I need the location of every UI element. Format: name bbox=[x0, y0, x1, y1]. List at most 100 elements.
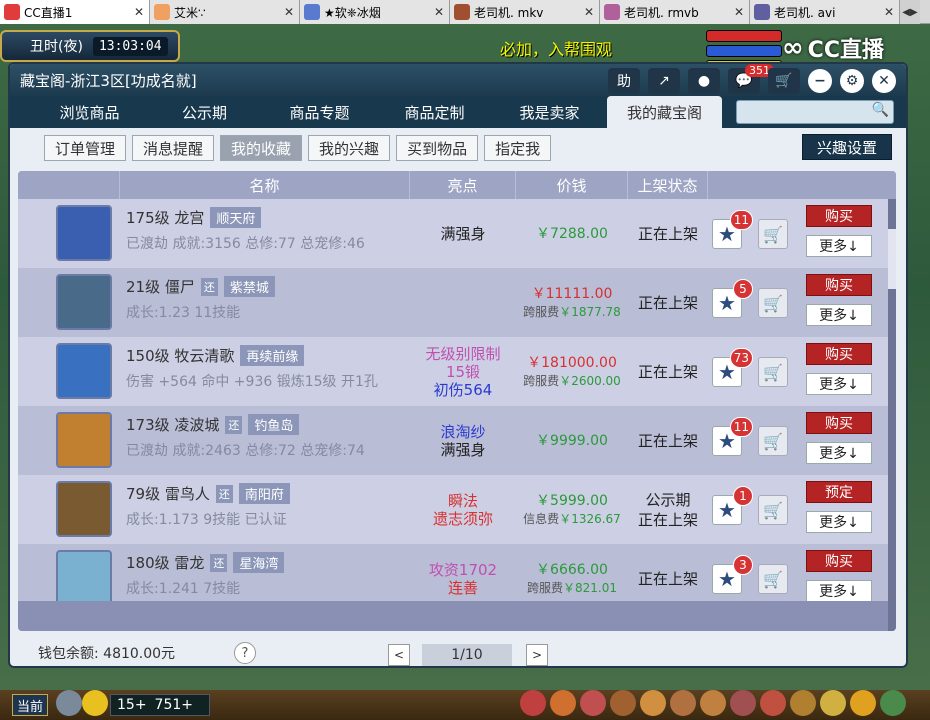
tab-scroll-arrows-icon[interactable]: ◀▶ bbox=[900, 0, 920, 24]
more-button[interactable]: 更多↓ bbox=[806, 304, 872, 326]
add-to-cart-icon[interactable]: 🛒 bbox=[758, 288, 788, 318]
skill-icon[interactable] bbox=[880, 690, 906, 716]
close-tab-icon[interactable]: ✕ bbox=[733, 5, 745, 19]
add-to-cart-icon[interactable]: 🛒 bbox=[758, 357, 788, 387]
item-level-name[interactable]: 175级 龙宫 bbox=[126, 207, 204, 228]
favorite-star-icon[interactable]: ★ 11 bbox=[712, 210, 753, 249]
browser-tab[interactable]: 老司机. mkv ✕ bbox=[450, 0, 600, 24]
nav-tab[interactable]: 我的藏宝阁 bbox=[607, 96, 722, 128]
nav-tab[interactable]: 商品专题 bbox=[262, 96, 377, 128]
nav-tab[interactable]: 我是卖家 bbox=[492, 96, 607, 128]
favorite-star-icon[interactable]: ★ 73 bbox=[712, 348, 753, 387]
item-level-name[interactable]: 21级 僵尸 bbox=[126, 276, 195, 297]
close-tab-icon[interactable]: ✕ bbox=[283, 5, 295, 19]
skill-icon[interactable] bbox=[730, 690, 756, 716]
add-to-cart-icon[interactable]: 🛒 bbox=[758, 564, 788, 594]
item-avatar[interactable] bbox=[56, 274, 112, 330]
skill-icon[interactable] bbox=[550, 690, 576, 716]
interest-settings-button[interactable]: 兴趣设置 bbox=[802, 134, 892, 160]
buy-button[interactable]: 预定 bbox=[806, 481, 872, 503]
help-button[interactable]: 助 bbox=[608, 68, 640, 94]
sub-tab[interactable]: 订单管理 bbox=[44, 135, 127, 161]
add-to-cart-icon[interactable]: 🛒 bbox=[758, 426, 788, 456]
sub-tab[interactable]: 消息提醒 bbox=[132, 135, 215, 161]
close-icon[interactable]: ✕ bbox=[872, 69, 896, 93]
favorite-star-icon[interactable]: ★ 1 bbox=[712, 486, 753, 525]
share-icon[interactable]: ↗ bbox=[648, 68, 680, 94]
nav-tab[interactable]: 公示期 bbox=[147, 96, 262, 128]
skill-icon[interactable] bbox=[610, 690, 636, 716]
search-icon[interactable]: 🔍 bbox=[872, 102, 889, 118]
table-row[interactable]: 21级 僵尸还紫禁城 成长:1.23 11技能 ￥11111.00 跨服费￥1877.… bbox=[18, 268, 888, 337]
scrollbar[interactable] bbox=[888, 199, 896, 631]
emoji-icon[interactable] bbox=[82, 690, 108, 716]
item-avatar[interactable] bbox=[56, 343, 112, 399]
item-avatar[interactable] bbox=[56, 412, 112, 468]
item-avatar[interactable] bbox=[56, 481, 112, 537]
more-button[interactable]: 更多↓ bbox=[806, 235, 872, 257]
fee-label: 跨服费 bbox=[526, 580, 563, 595]
mic-icon[interactable] bbox=[56, 690, 82, 716]
more-button[interactable]: 更多↓ bbox=[806, 373, 872, 395]
skill-icon[interactable] bbox=[520, 690, 546, 716]
skill-icon[interactable] bbox=[670, 690, 696, 716]
skill-icon[interactable] bbox=[580, 690, 606, 716]
skill-icon[interactable] bbox=[790, 690, 816, 716]
item-level-name[interactable]: 180级 雷龙 bbox=[126, 552, 204, 573]
cart-icon[interactable]: 🛒 bbox=[768, 68, 800, 94]
add-to-cart-icon[interactable]: 🛒 bbox=[758, 219, 788, 249]
prev-page-button[interactable]: < bbox=[388, 644, 410, 666]
buy-button[interactable]: 购买 bbox=[806, 412, 872, 434]
skill-icon[interactable] bbox=[700, 690, 726, 716]
skill-icon[interactable] bbox=[850, 690, 876, 716]
browser-tab[interactable]: 老司机. rmvb ✕ bbox=[600, 0, 750, 24]
skill-icon[interactable] bbox=[640, 690, 666, 716]
more-button[interactable]: 更多↓ bbox=[806, 511, 872, 533]
close-tab-icon[interactable]: ✕ bbox=[133, 5, 145, 19]
skill-icon[interactable] bbox=[760, 690, 786, 716]
browser-tab[interactable]: 老司机. avi ✕ bbox=[750, 0, 900, 24]
table-row[interactable]: 173级 凌波城还钓鱼岛 已渡劫 成就:2463 总修:72 总宠修:74 浪淘纱满… bbox=[18, 406, 888, 475]
buy-button[interactable]: 购买 bbox=[806, 205, 872, 227]
item-level-name[interactable]: 150级 牧云清歌 bbox=[126, 345, 234, 366]
table-row[interactable]: 150级 牧云清歌 再续前缘 伤害 +564 命中 +936 锻炼15级 开1孔 无级… bbox=[18, 337, 888, 406]
table-row[interactable]: 175级 龙宫 顺天府 已渡劫 成就:3156 总修:77 总宠修:46 满强身 ￥72… bbox=[18, 199, 888, 268]
favorite-star-icon[interactable]: ★ 3 bbox=[712, 555, 753, 594]
skill-icon[interactable] bbox=[820, 690, 846, 716]
more-button[interactable]: 更多↓ bbox=[806, 442, 872, 464]
close-tab-icon[interactable]: ✕ bbox=[583, 5, 595, 19]
item-level-name[interactable]: 79级 雷鸟人 bbox=[126, 483, 210, 504]
current-channel-button[interactable]: 当前 bbox=[12, 694, 48, 716]
sub-tab[interactable]: 指定我 bbox=[484, 135, 552, 161]
buy-button[interactable]: 购买 bbox=[806, 274, 872, 296]
search-input[interactable]: 🔍 bbox=[736, 100, 894, 124]
browser-tab[interactable]: CC直播1 ✕ bbox=[0, 0, 150, 24]
favorite-star-icon[interactable]: ★ 5 bbox=[712, 279, 753, 318]
buy-button[interactable]: 购买 bbox=[806, 343, 872, 365]
browser-tab[interactable]: ★软❈冰烟 ✕ bbox=[300, 0, 450, 24]
table-row[interactable]: 79级 雷鸟人还南阳府 成长:1.173 9技能 已认证 瞬法 遗志须弥 ￥5999.0… bbox=[18, 475, 888, 544]
record-icon[interactable]: ● bbox=[688, 68, 720, 94]
nav-tab[interactable]: 浏览商品 bbox=[32, 96, 147, 128]
next-page-button[interactable]: > bbox=[526, 644, 548, 666]
sub-tab[interactable]: 我的兴趣 bbox=[308, 135, 391, 161]
fee-label: 跨服费 bbox=[523, 304, 560, 319]
buy-button[interactable]: 购买 bbox=[806, 550, 872, 572]
item-avatar[interactable] bbox=[56, 550, 112, 606]
favorite-star-icon[interactable]: ★ 11 bbox=[712, 417, 753, 456]
settings-icon[interactable]: ⚙ bbox=[840, 69, 864, 93]
sub-tab[interactable]: 买到物品 bbox=[396, 135, 479, 161]
nav-tab[interactable]: 商品定制 bbox=[377, 96, 492, 128]
add-to-cart-icon[interactable]: 🛒 bbox=[758, 495, 788, 525]
item-avatar[interactable] bbox=[56, 205, 112, 261]
item-level-name[interactable]: 173级 凌波城 bbox=[126, 414, 219, 435]
close-tab-icon[interactable]: ✕ bbox=[433, 5, 445, 19]
minimize-icon[interactable]: − bbox=[808, 69, 832, 93]
help-icon[interactable]: ? bbox=[234, 642, 256, 664]
scrollbar-thumb[interactable] bbox=[888, 229, 896, 289]
message-icon[interactable]: 💬 351 bbox=[728, 64, 774, 94]
sub-tab[interactable]: 我的收藏 bbox=[220, 135, 303, 161]
more-button[interactable]: 更多↓ bbox=[806, 580, 872, 602]
browser-tab[interactable]: 艾米∵ ✕ bbox=[150, 0, 300, 24]
close-tab-icon[interactable]: ✕ bbox=[883, 5, 895, 19]
